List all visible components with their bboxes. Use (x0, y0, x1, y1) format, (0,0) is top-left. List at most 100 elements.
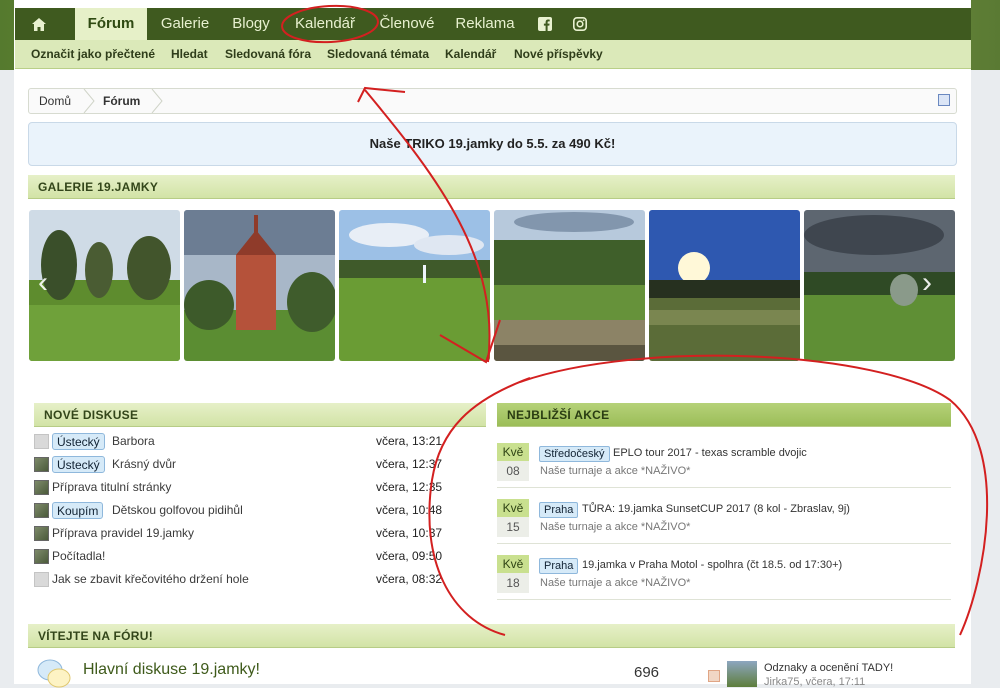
subnav-new-posts[interactable]: Nové příspěvky (514, 40, 603, 68)
discussion-item[interactable]: Ústecký Barbora včera, 13:21 (34, 432, 474, 452)
discussion-time: včera, 10:37 (376, 526, 443, 540)
event-title[interactable]: EPLO tour 2017 - texas scramble dvojic (613, 447, 807, 459)
instagram-link[interactable] (568, 8, 592, 40)
avatar (34, 457, 49, 472)
discussion-time: včera, 08:32 (376, 572, 443, 586)
avatar (34, 526, 49, 541)
discussion-prefix[interactable]: Ústecký (52, 433, 105, 450)
event-region-tag[interactable]: Praha (539, 502, 579, 518)
avatar (34, 549, 49, 564)
event-month: Kvě (497, 443, 529, 461)
sunset-photo[interactable] (649, 210, 800, 361)
breadcrumb-home[interactable]: Domů (39, 89, 71, 113)
forum-title[interactable]: Hlavní diskuse 19.jamky! (83, 661, 260, 679)
tab-label: Reklama (455, 15, 515, 32)
event-category[interactable]: Naše turnaje a akce *NAŽIVO* (540, 577, 690, 589)
discussion-title[interactable]: Dětskou golfovou pidihůl (112, 503, 243, 517)
discussion-title[interactable]: Příprava titulní stránky (52, 480, 171, 494)
event-day: 15 (497, 517, 529, 537)
facebook-link[interactable] (533, 8, 557, 40)
event-month: Kvě (497, 499, 529, 517)
tab-label: Galerie (160, 15, 210, 32)
rss-icon[interactable] (708, 670, 720, 682)
sub-navigation: Označit jako přečtené Hledat Sledovaná f… (15, 40, 971, 69)
event-category[interactable]: Naše turnaje a akce *NAŽIVO* (540, 465, 690, 477)
discussion-prefix[interactable]: Ústecký (52, 456, 105, 473)
sunset-photo-image (649, 210, 800, 361)
avatar (34, 572, 49, 587)
event-category[interactable]: Naše turnaje a akce *NAŽIVO* (540, 521, 690, 533)
last-post-thumbnail[interactable] (727, 661, 757, 687)
avatar (34, 480, 49, 495)
discussion-item[interactable]: Počítadla! včera, 09:50 (34, 547, 474, 567)
tab-label: Blogy (232, 15, 270, 32)
subnav-mark-read[interactable]: Označit jako přečtené (31, 40, 155, 68)
discussion-time: včera, 13:21 (376, 434, 443, 448)
subnav-watched-threads[interactable]: Sledovaná témata (327, 40, 429, 68)
facebook-icon (538, 17, 552, 31)
fountain-photo-image (339, 210, 490, 361)
breadcrumb-forum[interactable]: Fórum (103, 89, 140, 113)
event-day: 08 (497, 461, 529, 481)
subnav-calendar[interactable]: Kalendář (445, 40, 496, 68)
event-item[interactable]: Kvě 18 Praha 19.jamka v Praha Motol - sp… (497, 545, 951, 600)
discussion-time: včera, 10:48 (376, 503, 443, 517)
event-item[interactable]: Kvě 08 Středočeský EPLO tour 2017 - texa… (497, 433, 951, 488)
tab-label: Fórum (87, 15, 135, 32)
last-post-meta: Jirka75, včera, 17:11 (764, 676, 866, 688)
subnav-search[interactable]: Hledat (171, 40, 208, 68)
tab-forum[interactable]: Fórum (75, 8, 147, 42)
event-region-tag[interactable]: Praha (539, 558, 579, 574)
subnav-watched-forums[interactable]: Sledovaná fóra (225, 40, 311, 68)
event-title[interactable]: TŮRA: 19.jamka SunsetCUP 2017 (8 kol - Z… (582, 503, 850, 515)
chapel-photo[interactable] (184, 210, 335, 361)
valley-photo[interactable] (494, 210, 645, 361)
event-region-tag[interactable]: Středočeský (539, 446, 610, 462)
gallery-next-button[interactable]: › (922, 268, 946, 298)
tab-label: Kalendář (294, 15, 356, 32)
welcome-header: VÍTEJTE NA FÓRU! (28, 624, 955, 648)
chevron-right-icon (83, 89, 95, 113)
tab-blogs[interactable]: Blogy (225, 8, 277, 40)
last-post-title[interactable]: Odznaky a ocenění TADY! (764, 662, 893, 674)
discussion-title[interactable]: Jak se zbavit křečovitého držení hole (52, 572, 249, 586)
discussion-item[interactable]: Jak se zbavit křečovitého držení hole vč… (34, 570, 474, 590)
discussion-time: včera, 12:35 (376, 480, 443, 494)
discussion-item[interactable]: Ústecký Krásný dvůr včera, 12:37 (34, 455, 474, 475)
tab-members[interactable]: Členové (373, 8, 441, 40)
gallery-prev-button[interactable]: ‹ (38, 268, 62, 298)
discussion-item[interactable]: Koupím Dětskou golfovou pidihůl včera, 1… (34, 501, 474, 521)
tab-ads[interactable]: Reklama (451, 8, 519, 40)
discussion-item[interactable]: Příprava titulní stránky včera, 12:35 (34, 478, 474, 498)
discussion-time: včera, 12:37 (376, 457, 443, 471)
discussion-time: včera, 09:50 (376, 549, 443, 563)
upcoming-events-header: NEJBLIŽŠÍ AKCE (497, 403, 951, 427)
discussion-title[interactable]: Příprava pravidel 19.jamky (52, 526, 194, 540)
valley-photo-image (494, 210, 645, 361)
discussion-prefix[interactable]: Koupím (52, 502, 104, 519)
event-month: Kvě (497, 555, 529, 573)
external-link-icon[interactable] (938, 94, 950, 106)
discussion-title[interactable]: Barbora (112, 434, 155, 448)
gallery-header: GALERIE 19.JAMKY (28, 175, 955, 199)
event-item[interactable]: Kvě 15 Praha TŮRA: 19.jamka SunsetCUP 20… (497, 489, 951, 544)
event-day: 18 (497, 573, 529, 593)
tab-calendar[interactable]: Kalendář (289, 8, 361, 40)
discussion-title[interactable]: Krásný dvůr (112, 457, 176, 471)
event-title[interactable]: 19.jamka v Praha Motol - spolhra (čt 18.… (582, 559, 842, 571)
new-discussions-header: NOVÉ DISKUSE (34, 403, 486, 427)
discussion-title[interactable]: Počítadla! (52, 549, 105, 563)
discussion-item[interactable]: Příprava pravidel 19.jamky včera, 10:37 (34, 524, 474, 544)
tab-home[interactable] (15, 8, 63, 40)
breadcrumb: Domů Fórum (28, 88, 957, 114)
main-navigation: Fórum Galerie Blogy Kalendář Členové Rek… (15, 8, 971, 42)
instagram-icon (573, 17, 587, 31)
fountain-photo[interactable] (339, 210, 490, 361)
home-icon (32, 18, 46, 31)
forum-thread-count: 696 (634, 664, 660, 681)
tab-label: Členové (379, 15, 435, 32)
notice-banner[interactable]: Naše TRIKO 19.jamky do 5.5. za 490 Kč! (28, 122, 957, 166)
tab-gallery[interactable]: Galerie (155, 8, 215, 40)
avatar (34, 503, 49, 518)
chevron-right-icon (151, 89, 163, 113)
